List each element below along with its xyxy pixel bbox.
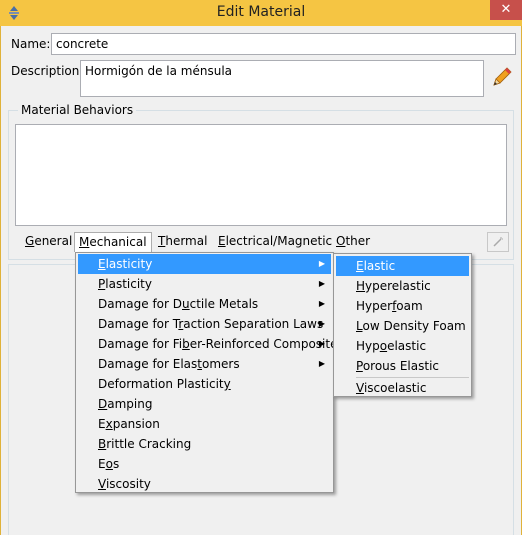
submenu-arrow-icon: ▶ (318, 319, 325, 328)
elasticity-submenu: Elastic Hyperelastic Hyperfoam Low Density … (333, 253, 472, 397)
material-behaviors-list[interactable] (15, 124, 507, 226)
menu-electrical-magnetic[interactable]: Electrical/Magnetic (214, 232, 336, 252)
menu-thermal[interactable]: Thermal (154, 232, 211, 252)
menu-general[interactable]: General (21, 232, 76, 252)
mechanical-menu-item[interactable]: Plasticity ▶ (78, 274, 331, 294)
name-label: Name: (11, 37, 51, 51)
elasticity-menu-item[interactable]: Hyperelastic (336, 276, 469, 296)
mechanical-menu-item[interactable]: Expansion (78, 414, 331, 434)
close-icon[interactable]: ✕ (490, 0, 522, 20)
wand-icon[interactable] (487, 232, 509, 252)
behavior-menubar: General Mechanical Thermal Electrical/Ma… (15, 232, 485, 252)
menu-mechanical[interactable]: Mechanical (74, 232, 152, 252)
submenu-arrow-icon: ▶ (318, 279, 325, 288)
submenu-arrow-icon: ▶ (318, 359, 325, 368)
menu-other[interactable]: Other (332, 232, 374, 252)
mechanical-menu-item[interactable]: Elasticity ▶ (78, 254, 331, 274)
mechanical-menu-item[interactable]: Damping (78, 394, 331, 414)
mechanical-menu-item[interactable]: Deformation Plasticity (78, 374, 331, 394)
elasticity-menu-item[interactable]: Hyperfoam (336, 296, 469, 316)
mechanical-menu-item[interactable]: Damage for Elastomers ▶ (78, 354, 331, 374)
mechanical-menu-item[interactable]: Eos (78, 454, 331, 474)
pencil-icon[interactable] (490, 65, 514, 89)
elasticity-menu-item[interactable]: Hypoelastic (336, 336, 469, 356)
mechanical-dropdown: Elasticity ▶ Plasticity ▶ Damage for Ductile… (75, 252, 344, 494)
material-behaviors-title: Material Behaviors (18, 103, 137, 117)
mechanical-menu-item[interactable]: Damage for Ductile Metals ▶ (78, 294, 331, 314)
elasticity-menu-item[interactable]: Viscoelastic (336, 378, 469, 398)
window-title: Edit Material (216, 4, 306, 20)
name-field[interactable]: concrete (51, 33, 516, 55)
description-field[interactable]: Hormigón de la ménsula (80, 60, 484, 97)
submenu-arrow-icon: ▶ (318, 339, 325, 348)
elasticity-menu-item[interactable]: Porous Elastic (336, 356, 469, 376)
mechanical-menu-item[interactable]: Brittle Cracking (78, 434, 331, 454)
elasticity-menu-item[interactable]: Elastic (336, 256, 469, 276)
mechanical-menu-item[interactable]: Damage for Fiber-Reinforced Composites ▶ (78, 334, 344, 354)
title-bar[interactable]: Edit Material ✕ (0, 0, 522, 26)
description-label: Description: (11, 64, 84, 78)
submenu-arrow-icon: ▶ (318, 259, 325, 268)
elasticity-menu-item[interactable]: Low Density Foam (336, 316, 469, 336)
submenu-arrow-icon: ▶ (318, 299, 325, 308)
mechanical-menu-item[interactable]: Viscosity (78, 474, 331, 494)
mechanical-menu-item[interactable]: Damage for Traction Separation Laws ▶ (78, 314, 331, 334)
